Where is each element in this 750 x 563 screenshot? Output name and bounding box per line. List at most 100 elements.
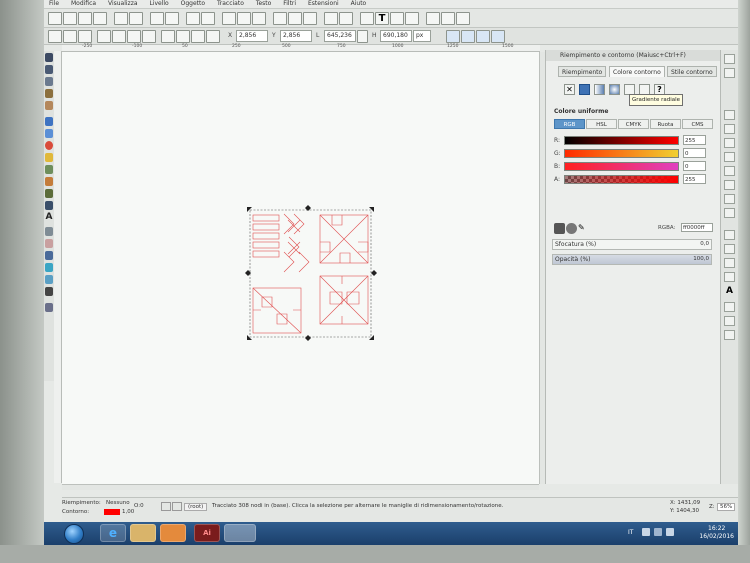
- mode-tab-hsl[interactable]: HSL: [586, 119, 617, 129]
- save-icon[interactable]: [78, 12, 92, 25]
- y-field[interactable]: 2,856: [280, 30, 312, 42]
- ungroup-icon[interactable]: [339, 12, 353, 25]
- clock[interactable]: 16:22 16/02/2016: [699, 525, 734, 541]
- gradient-tool-icon[interactable]: [45, 263, 53, 272]
- menu-layer[interactable]: Livello: [149, 0, 168, 8]
- slider-a-track[interactable]: [564, 175, 679, 184]
- zoom-tool-icon[interactable]: [45, 89, 53, 98]
- slider-r-value[interactable]: 255: [683, 135, 706, 145]
- ellipse-tool-icon[interactable]: [45, 141, 53, 150]
- move-gradients-icon[interactable]: [476, 30, 490, 43]
- bucket-tool-icon[interactable]: [45, 251, 53, 260]
- unlink-clone-icon[interactable]: [303, 12, 317, 25]
- pen-tool-icon[interactable]: [45, 189, 53, 198]
- rotate-ccw-icon[interactable]: [97, 30, 111, 43]
- paste-icon[interactable]: [201, 12, 215, 25]
- slider-g-value[interactable]: 0: [683, 148, 706, 158]
- import-icon[interactable]: [114, 12, 128, 25]
- snap-cusp-icon[interactable]: [724, 244, 735, 254]
- color-managed-icon[interactable]: [554, 223, 565, 234]
- start-button-icon[interactable]: [64, 524, 84, 544]
- mode-tab-wheel[interactable]: Ruota: [650, 119, 681, 129]
- spray-tool-icon[interactable]: [45, 227, 53, 236]
- star-tool-icon[interactable]: [45, 153, 53, 162]
- tab-fill[interactable]: Riempimento: [558, 66, 607, 77]
- menu-object[interactable]: Oggetto: [181, 0, 205, 8]
- snap-intersections-icon[interactable]: [724, 230, 735, 240]
- clone-icon[interactable]: [288, 12, 302, 25]
- x-field[interactable]: 2,856: [236, 30, 268, 42]
- duplicate-icon[interactable]: [273, 12, 287, 25]
- undo-icon[interactable]: [150, 12, 164, 25]
- color-palette[interactable]: [62, 489, 722, 504]
- measure-tool-icon[interactable]: [45, 101, 53, 110]
- menu-path[interactable]: Tracciato: [217, 0, 244, 8]
- internet-explorer-icon[interactable]: e: [100, 524, 126, 542]
- explorer-folder-icon[interactable]: [130, 524, 156, 542]
- menu-file[interactable]: File: [49, 0, 59, 8]
- layer-lock-icon[interactable]: [172, 502, 182, 511]
- xml-editor-icon[interactable]: [390, 12, 404, 25]
- snap-midpoints-icon[interactable]: [724, 166, 735, 176]
- snap-icon[interactable]: [456, 12, 470, 25]
- dock-collapse-icon[interactable]: [724, 68, 735, 78]
- stroke-width[interactable]: 1,00: [122, 509, 134, 515]
- open-icon[interactable]: [63, 12, 77, 25]
- language-indicator[interactable]: IT: [628, 529, 633, 536]
- mesh-tool-icon[interactable]: [45, 275, 53, 284]
- snap-grid-icon[interactable]: [724, 316, 735, 326]
- scale-corners-icon[interactable]: [461, 30, 475, 43]
- eraser-tool-icon[interactable]: [45, 239, 53, 248]
- redo-icon[interactable]: [165, 12, 179, 25]
- group-icon[interactable]: [324, 12, 338, 25]
- select-all-layers-icon[interactable]: [63, 30, 77, 43]
- zoom-field[interactable]: 56%: [717, 503, 736, 511]
- opacity-value[interactable]: 100,0: [693, 254, 709, 265]
- menu-filters[interactable]: Filtri: [283, 0, 296, 8]
- snap-line-midpoints-icon[interactable]: [724, 272, 735, 282]
- calligraphy-tool-icon[interactable]: [45, 201, 53, 210]
- pencil-tool-icon[interactable]: [45, 177, 53, 186]
- fill-indicator[interactable]: Nessuno: [106, 500, 130, 506]
- deselect-icon[interactable]: [78, 30, 92, 43]
- connector-tool-icon[interactable]: [45, 303, 53, 312]
- snap-bbox-icon[interactable]: [724, 124, 735, 134]
- illustrator-icon[interactable]: Ai: [194, 524, 220, 542]
- align-distribute-icon[interactable]: [405, 12, 419, 25]
- preferences-icon[interactable]: [426, 12, 440, 25]
- snap-enable-icon[interactable]: [724, 110, 735, 120]
- snap-corners-icon[interactable]: [724, 152, 735, 162]
- mode-tab-rgb[interactable]: RGB: [554, 119, 585, 129]
- move-patterns-icon[interactable]: [491, 30, 505, 43]
- flip-vertical-icon[interactable]: [142, 30, 156, 43]
- menu-edit[interactable]: Modifica: [71, 0, 96, 8]
- zoom-drawing-icon[interactable]: [237, 12, 251, 25]
- spiral-tool-icon[interactable]: [45, 165, 53, 174]
- volume-icon[interactable]: [666, 528, 674, 536]
- dock-close-icon[interactable]: [724, 54, 735, 64]
- export-icon[interactable]: [129, 12, 143, 25]
- no-paint-icon[interactable]: ✕: [564, 84, 575, 95]
- menu-view[interactable]: Visualizza: [108, 0, 138, 8]
- text-tool-icon[interactable]: A: [45, 213, 53, 222]
- rectangle-tool-icon[interactable]: [45, 117, 53, 126]
- scale-stroke-icon[interactable]: [446, 30, 460, 43]
- menu-extensions[interactable]: Estensioni: [308, 0, 339, 8]
- layer-select[interactable]: (root): [184, 503, 208, 511]
- unit-select[interactable]: px: [413, 30, 431, 42]
- node-tool-icon[interactable]: [45, 65, 53, 74]
- rotate-cw-icon[interactable]: [112, 30, 126, 43]
- menu-help[interactable]: Aiuto: [351, 0, 367, 8]
- zoom-page-icon[interactable]: [252, 12, 266, 25]
- flip-horizontal-icon[interactable]: [127, 30, 141, 43]
- dropper-tool-icon[interactable]: [45, 287, 53, 296]
- selector-tool-icon[interactable]: [45, 53, 53, 62]
- snap-nodes-icon[interactable]: [724, 194, 735, 204]
- slider-b-value[interactable]: 0: [683, 161, 706, 171]
- raise-to-top-icon[interactable]: [161, 30, 175, 43]
- color-picker-icon[interactable]: ✎: [578, 223, 589, 234]
- snap-text-baseline-icon[interactable]: A: [724, 286, 735, 296]
- copy-icon[interactable]: [186, 12, 200, 25]
- snap-guide-icon[interactable]: [724, 330, 735, 340]
- text-font-icon[interactable]: T: [375, 12, 389, 25]
